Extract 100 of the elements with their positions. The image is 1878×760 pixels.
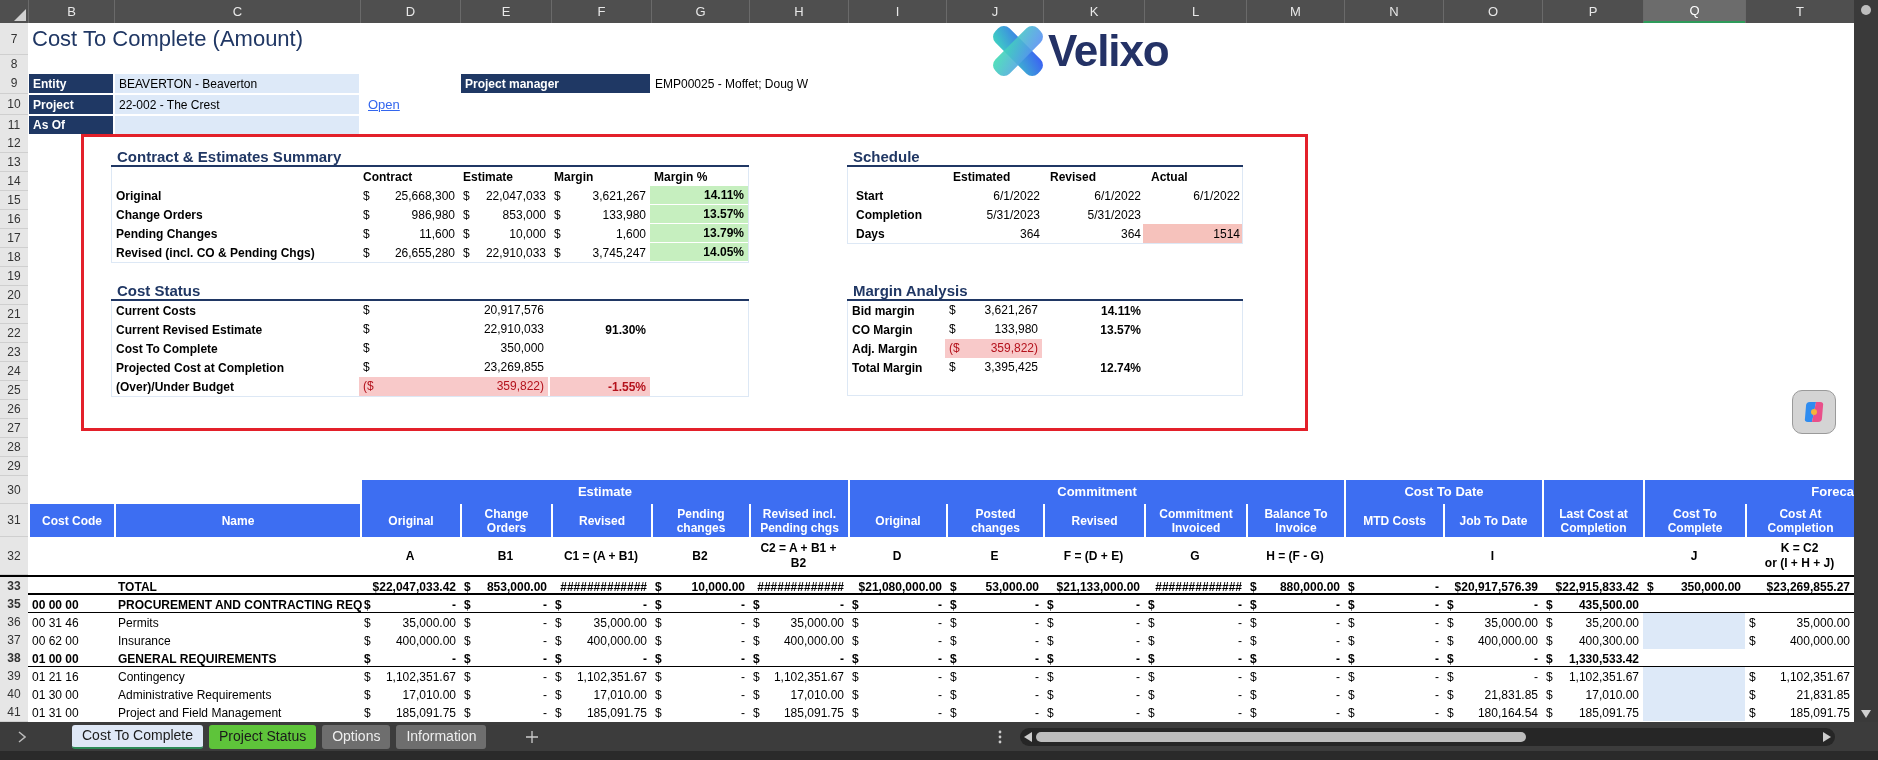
row-number[interactable]: 28: [0, 438, 28, 457]
row-number[interactable]: 25: [0, 381, 28, 400]
table-cell-text: 5/31/2023: [1086, 206, 1142, 224]
column-heading: Pending changes: [651, 504, 749, 537]
column-header[interactable]: B: [28, 0, 114, 23]
column-header[interactable]: M: [1246, 0, 1344, 23]
sheet-tab[interactable]: Cost To Complete: [72, 724, 203, 749]
column-header[interactable]: G: [651, 0, 749, 23]
column-header[interactable]: L: [1144, 0, 1246, 23]
table-cell-text: $ 400,000.00: [554, 632, 648, 650]
row-number[interactable]: 11: [0, 115, 28, 135]
table-cell-text: $ -: [851, 614, 943, 632]
row-number[interactable]: 31: [0, 504, 28, 537]
field-value[interactable]: BEAVERTON - Beaverton: [114, 73, 360, 94]
column-header[interactable]: D: [360, 0, 460, 23]
table-cell-text: $ -: [1249, 668, 1341, 686]
table-cell-text: $ -: [851, 632, 943, 650]
row-number[interactable]: 12: [0, 134, 28, 153]
row-number[interactable]: 23: [0, 343, 28, 362]
column-heading: Revised: [551, 504, 651, 537]
column-header[interactable]: Q: [1643, 0, 1745, 23]
row-number[interactable]: 9: [0, 73, 28, 94]
row-number[interactable]: 41: [0, 703, 28, 722]
scroll-right-icon[interactable]: [1823, 731, 1832, 742]
column-label: Estimated: [952, 168, 1012, 186]
row-number[interactable]: 20: [0, 286, 28, 305]
table-cell-text: $ -: [1147, 632, 1243, 650]
column-header[interactable]: F: [551, 0, 651, 23]
table-cell-text: $ -: [654, 668, 746, 686]
column-label: Margin: [553, 168, 595, 186]
row-number[interactable]: 14: [0, 172, 28, 191]
column-heading: Balance To Invoice: [1246, 504, 1344, 537]
row-number[interactable]: 21: [0, 305, 28, 324]
scroll-up-icon[interactable]: [1860, 4, 1872, 16]
sheet-title: Cost To Complete (Amount): [31, 25, 305, 53]
table-cell-text: $ 133,980: [948, 321, 1039, 338]
column-header[interactable]: H: [749, 0, 848, 23]
column-header[interactable]: E: [460, 0, 551, 23]
vertical-scrollbar[interactable]: [1854, 0, 1878, 722]
table-cell-text: $ -: [752, 650, 845, 668]
table-cell-text: $ 1,102,351.67: [752, 668, 845, 686]
row-label: Bid margin: [851, 302, 916, 320]
corner-triangle-icon: [14, 9, 26, 21]
row-number[interactable]: 26: [0, 400, 28, 419]
more-options-icon[interactable]: [998, 729, 1003, 744]
row-number[interactable]: 7: [0, 23, 28, 55]
table-cell-text: $ -: [1446, 650, 1539, 668]
table-cell-text: $23,269,855.27: [1765, 578, 1851, 596]
column-header[interactable]: N: [1344, 0, 1443, 23]
input-cell[interactable]: [1643, 631, 1745, 650]
row-number[interactable]: 16: [0, 210, 28, 229]
formula-label: K = C2 or (I + H + J): [1763, 540, 1836, 572]
assistant-button[interactable]: [1792, 390, 1836, 434]
horizontal-scrollbar[interactable]: [1020, 727, 1836, 746]
row-number[interactable]: 13: [0, 153, 28, 172]
table-cell-text: $ 986,980: [362, 206, 456, 224]
field-value[interactable]: [114, 115, 360, 135]
sheet-tab[interactable]: Information: [396, 724, 487, 749]
table-cell-text: $ -: [654, 614, 746, 632]
scroll-left-icon[interactable]: [1024, 731, 1033, 742]
scroll-thumb[interactable]: [1036, 731, 1527, 742]
row-label: Total Margin: [851, 359, 924, 377]
table-cell-text: $ -: [1046, 704, 1141, 722]
row-label: (Over)/Under Budget: [115, 378, 235, 396]
group-header: Estimate: [360, 480, 848, 504]
open-link[interactable]: Open: [368, 94, 400, 115]
column-header[interactable]: J: [946, 0, 1043, 23]
column-header[interactable]: K: [1043, 0, 1144, 23]
row-number[interactable]: 10: [0, 94, 28, 115]
formula-label: I: [1489, 547, 1496, 565]
scroll-down-icon[interactable]: [1861, 710, 1871, 718]
row-number[interactable]: 24: [0, 362, 28, 381]
row-number[interactable]: 30: [0, 476, 28, 504]
column-header[interactable]: C: [114, 0, 360, 23]
row-number[interactable]: 19: [0, 267, 28, 286]
row-number[interactable]: 22: [0, 324, 28, 343]
table-cell-text: $ -: [1347, 614, 1440, 632]
row-number[interactable]: 32: [0, 537, 28, 575]
input-cell[interactable]: [1643, 703, 1745, 722]
column-header[interactable]: O: [1443, 0, 1542, 23]
row-number[interactable]: 27: [0, 419, 28, 438]
table-cell-text: $ 1,102,351.67: [554, 668, 648, 686]
row-number[interactable]: 17: [0, 229, 28, 248]
sheet-tab[interactable]: Options: [322, 724, 391, 749]
cost-name: Contingency: [117, 668, 186, 686]
chevron-right-icon[interactable]: [18, 730, 26, 743]
table-cell-text: $ 11,600: [362, 225, 456, 243]
row-number[interactable]: 29: [0, 457, 28, 476]
row-number[interactable]: 18: [0, 248, 28, 267]
formula-label: G: [1189, 547, 1201, 565]
table-cell-text: $ 26,655,280: [362, 244, 456, 262]
row-number[interactable]: 15: [0, 191, 28, 210]
cost-name: PROCUREMENT AND CONTRACTING REQ: [117, 596, 360, 614]
add-sheet-icon[interactable]: [526, 730, 539, 743]
sheet-tab[interactable]: Project Status: [209, 724, 317, 749]
column-header[interactable]: I: [848, 0, 946, 23]
table-cell-text: $ 400,000.00: [1446, 632, 1539, 650]
table-cell-text: $21,080,000.00: [857, 578, 943, 596]
table-cell-text: $ -: [363, 650, 457, 668]
field-value[interactable]: 22-002 - The Crest: [114, 94, 360, 115]
